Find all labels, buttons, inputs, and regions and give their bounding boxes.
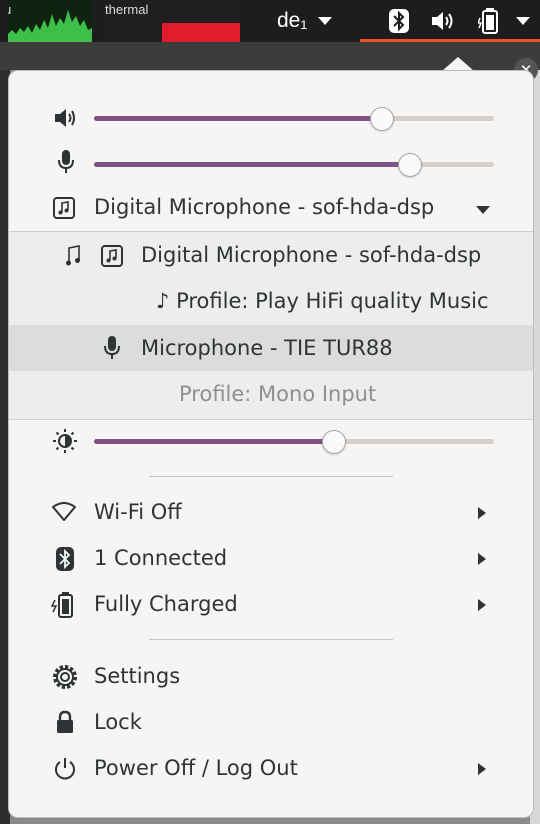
menu-pointer [442,57,474,71]
cpu-graph: u [8,0,92,42]
input-selector-label: Digital Microphone - sof-hda-dsp [94,195,435,219]
settings-icon [53,665,77,689]
lock-icon [57,710,73,733]
submenu-item-label: ♪ Profile: Play HiFi quality Music [156,289,489,313]
volume-icon[interactable] [430,10,456,32]
settings-label: Settings [94,664,181,688]
bluetooth-menu-item[interactable]: 1 Connected [9,536,533,582]
battery-menu-item[interactable]: Fully Charged [9,582,533,628]
submenu-item-microphone-tie[interactable]: Microphone - TIE TUR88 [9,325,533,371]
wifi-menu-item[interactable]: Wi-Fi Off [9,490,533,536]
submenu-item-profile-hifi[interactable]: ♪ Profile: Play HiFi quality Music [9,278,533,324]
submenu-item-label: Microphone - TIE TUR88 [141,336,393,360]
bluetooth-icon [56,547,74,571]
chevron-down-icon[interactable] [515,16,531,26]
audio-card-icon [101,245,123,267]
battery-label: Fully Charged [94,592,238,616]
submenu-item-profile-mono: Profile: Mono Input [9,371,533,417]
cpu-graph-plot [8,10,92,42]
microphone-slider-fill [94,162,410,167]
system-menu: Digital Microphone - sof-hda-dsp Digital… [8,70,534,818]
microphone-slider[interactable] [94,153,494,177]
separator [149,639,393,640]
power-label: Power Off / Log Out [94,756,298,780]
submenu-arrow-icon [478,763,486,775]
brightness-slider-knob[interactable] [322,430,346,454]
speaker-icon [55,109,75,127]
keyboard-layout-label: de₁ [277,9,308,32]
lock-label: Lock [94,710,142,734]
bluetooth-icon[interactable] [388,8,410,34]
brightness-slider[interactable] [94,430,494,454]
thermal-graph: thermal [102,0,240,42]
volume-slider-fill [94,116,382,121]
brightness-slider-fill [94,439,334,444]
volume-slider[interactable] [94,107,494,131]
wifi-icon [52,502,76,521]
volume-slider-knob[interactable] [370,107,394,131]
separator [149,476,393,477]
input-selector[interactable]: Digital Microphone - sof-hda-dsp [9,185,533,231]
thermal-graph-fill [162,23,240,42]
submenu-item-label: Profile: Mono Input [179,382,377,406]
keyboard-layout-indicator[interactable]: de₁ [277,9,307,33]
lock-menu-item[interactable]: Lock [9,700,533,746]
submenu-item-label: Digital Microphone - sof-hda-dsp [141,243,482,267]
battery-icon [51,592,73,618]
settings-menu-item[interactable]: Settings [9,654,533,700]
submenu-arrow-icon [478,599,486,611]
power-icon [55,758,75,780]
music-note-icon [66,245,80,266]
microphone-slider-knob[interactable] [398,153,422,177]
microphone-icon [58,150,74,173]
submenu-arrow-icon [478,507,486,519]
top-bar: u thermal de₁ [0,0,540,42]
brightness-icon [53,429,77,453]
thermal-graph-label: thermal [105,2,149,17]
bluetooth-label: 1 Connected [94,546,228,570]
audio-card-icon [53,197,75,219]
expand-arrow-icon [476,206,490,214]
microphone-icon [104,336,120,359]
wifi-label: Wi-Fi Off [94,500,182,524]
submenu-item-digital-microphone[interactable]: Digital Microphone - sof-hda-dsp [9,232,533,278]
submenu-arrow-icon [478,553,486,565]
battery-icon[interactable] [478,7,504,35]
chevron-down-icon[interactable] [317,16,333,26]
power-menu-item[interactable]: Power Off / Log Out [9,746,533,792]
